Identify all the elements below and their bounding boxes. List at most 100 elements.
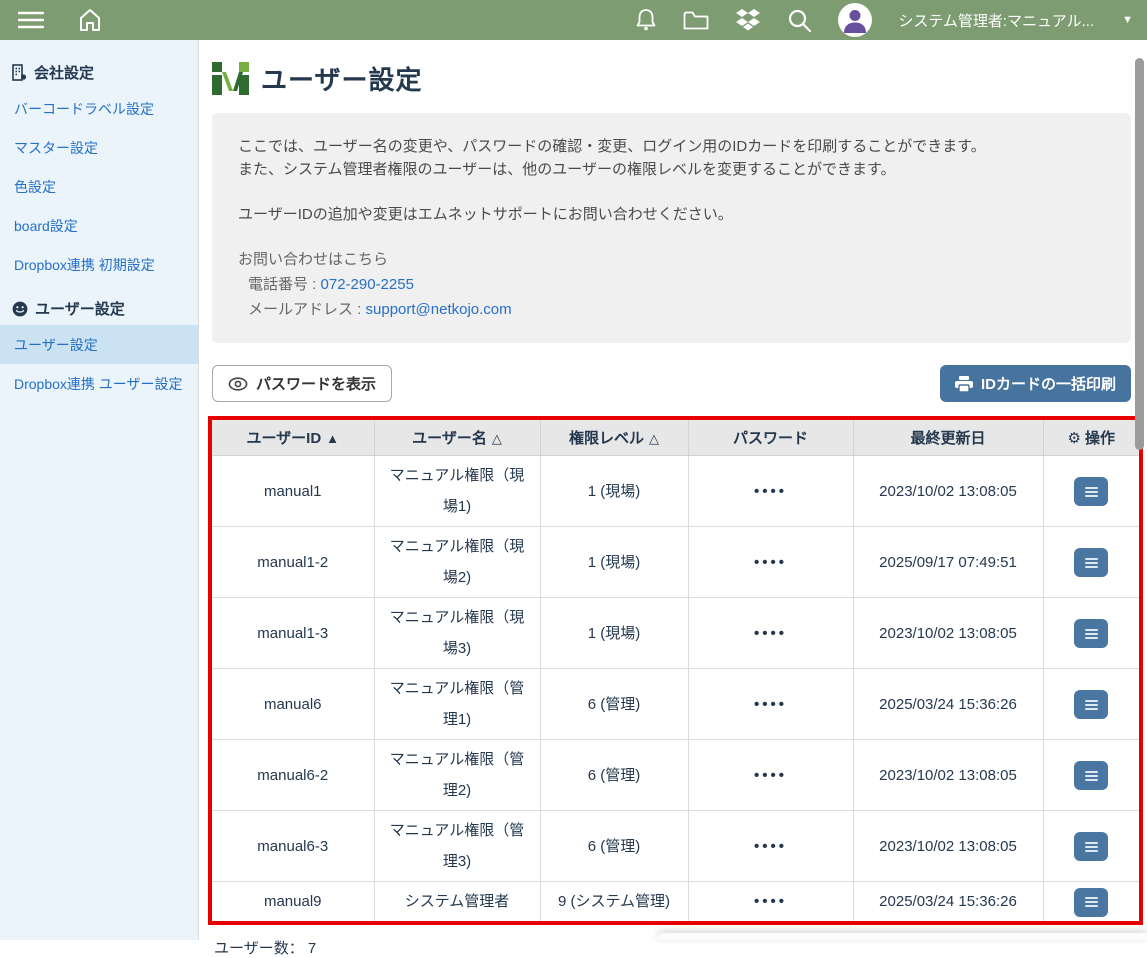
cell-operations	[1043, 811, 1139, 882]
chevron-down-icon[interactable]: ▼	[1122, 14, 1133, 26]
print-id-cards-button[interactable]: IDカードの一括印刷	[940, 365, 1131, 402]
home-icon[interactable]	[78, 8, 102, 32]
cell-user-name: マニュアル権限（管理2)	[374, 740, 540, 811]
cell-permission-level: 6 (管理)	[540, 669, 688, 740]
sidebar-item[interactable]: Dropbox連携 ユーザー設定	[0, 364, 198, 403]
cell-password: ••••	[688, 456, 853, 527]
column-header-1[interactable]: ユーザーID ▲	[212, 420, 374, 456]
page-title: ユーザー設定	[261, 60, 422, 97]
cell-user-id: manual6-3	[212, 811, 374, 882]
column-header-4: パスワード	[688, 420, 853, 456]
row-actions-menu-button[interactable]	[1074, 619, 1108, 648]
sort-icon[interactable]: ▲	[326, 431, 339, 446]
cell-user-name: マニュアル権限（管理1)	[374, 669, 540, 740]
current-user-label: システム管理者:マニュアル...	[898, 10, 1094, 31]
sort-icon[interactable]: △	[492, 431, 502, 446]
cell-operations	[1043, 669, 1139, 740]
cell-last-updated: 2023/10/02 13:08:05	[853, 740, 1043, 811]
cell-last-updated: 2023/10/02 13:08:05	[853, 598, 1043, 669]
row-actions-menu-button[interactable]	[1074, 477, 1108, 506]
column-header-6: ⚙操作	[1043, 420, 1139, 456]
cell-password: ••••	[688, 811, 853, 882]
cell-operations	[1043, 456, 1139, 527]
top-navigation-bar: システム管理者:マニュアル... ▼	[0, 0, 1147, 40]
cell-last-updated: 2023/10/02 13:08:05	[853, 456, 1043, 527]
user-count: ユーザー数： 7	[214, 937, 1147, 958]
sidebar-item[interactable]: 色設定	[0, 167, 198, 206]
email-label: メールアドレス :	[248, 301, 361, 318]
cell-last-updated: 2023/10/02 13:08:05	[853, 811, 1043, 882]
users-table-highlight: ユーザーID▲ユーザー名△権限レベル△パスワード最終更新日⚙操作 manual1…	[208, 416, 1143, 925]
show-password-label: パスワードを表示	[256, 373, 376, 394]
user-count-label: ユーザー数：	[214, 940, 304, 957]
table-row: manual6マニュアル権限（管理1)6 (管理)••••2025/03/24 …	[212, 669, 1139, 740]
vertical-scrollbar-thumb[interactable]	[1135, 58, 1144, 450]
cell-permission-level: 6 (管理)	[540, 740, 688, 811]
building-gear-icon	[12, 64, 27, 81]
column-header-2[interactable]: ユーザー名△	[374, 420, 540, 456]
row-actions-menu-button[interactable]	[1074, 690, 1108, 719]
sidebar-item[interactable]: Dropbox連携 初期設定	[0, 245, 198, 284]
cell-user-id: manual6	[212, 669, 374, 740]
phone-link[interactable]: 072-290-2255	[321, 276, 414, 293]
cell-last-updated: 2025/03/24 15:36:26	[853, 669, 1043, 740]
users-table: ユーザーID▲ユーザー名△権限レベル△パスワード最終更新日⚙操作 manual1…	[212, 420, 1139, 921]
sort-icon[interactable]: △	[649, 431, 659, 446]
cell-user-id: manual1	[212, 456, 374, 527]
cell-permission-level: 1 (現場)	[540, 527, 688, 598]
row-actions-menu-button[interactable]	[1074, 888, 1108, 917]
search-icon[interactable]	[787, 8, 812, 33]
menu-icon[interactable]	[18, 10, 44, 30]
cell-user-name: マニュアル権限（現場2)	[374, 527, 540, 598]
description-line: ユーザーIDの追加や変更はエムネットサポートにお問い合わせください。	[238, 203, 1105, 226]
cell-user-name: マニュアル権限（現場1)	[374, 456, 540, 527]
main-content: ユーザー設定 ここでは、ユーザー名の変更や、パスワードの確認・変更、ログイン用の…	[200, 40, 1147, 940]
table-row: manual9システム管理者9 (システム管理)••••2025/03/24 1…	[212, 882, 1139, 922]
description-line: ここでは、ユーザー名の変更や、パスワードの確認・変更、ログイン用のIDカードを印…	[238, 135, 1105, 158]
cell-user-id: manual6-2	[212, 740, 374, 811]
user-avatar[interactable]	[838, 3, 872, 37]
cell-user-name: マニュアル権限（現場3)	[374, 598, 540, 669]
sidebar-item[interactable]: バーコードラベル設定	[0, 89, 198, 128]
cell-operations	[1043, 740, 1139, 811]
table-row: manual1-3マニュアル権限（現場3)1 (現場)••••2023/10/0…	[212, 598, 1139, 669]
cell-operations	[1043, 527, 1139, 598]
row-actions-menu-button[interactable]	[1074, 761, 1108, 790]
column-header-3[interactable]: 権限レベル △	[540, 420, 688, 456]
phone-label: 電話番号 :	[248, 276, 316, 293]
menu-icon	[1085, 698, 1098, 712]
cell-permission-level: 1 (現場)	[540, 598, 688, 669]
user-count-value: 7	[308, 940, 316, 957]
row-actions-menu-button[interactable]	[1074, 548, 1108, 577]
email-link[interactable]: support@netkojo.com	[366, 301, 512, 318]
cell-permission-level: 9 (システム管理)	[540, 882, 688, 922]
menu-icon	[1085, 895, 1098, 909]
dropbox-icon[interactable]	[735, 9, 761, 31]
sidebar-item[interactable]: マスター設定	[0, 128, 198, 167]
print-id-cards-label: IDカードの一括印刷	[981, 373, 1116, 394]
table-row: manual6-2マニュアル権限（管理2)6 (管理)••••2023/10/0…	[212, 740, 1139, 811]
email-row: メールアドレス : support@netkojo.com	[238, 298, 1105, 321]
column-header-label: 権限レベル	[569, 430, 644, 447]
row-actions-menu-button[interactable]	[1074, 832, 1108, 861]
sidebar-item[interactable]: ユーザー設定	[0, 325, 198, 364]
column-header-label: パスワード	[733, 430, 808, 447]
gear-icon: ⚙	[1068, 430, 1081, 447]
cell-password: ••••	[688, 669, 853, 740]
cell-permission-level: 6 (管理)	[540, 811, 688, 882]
table-row: manual1マニュアル権限（現場1)1 (現場)••••2023/10/02 …	[212, 456, 1139, 527]
sidebar-item[interactable]: board設定	[0, 206, 198, 245]
sidebar-section-header: 会社設定	[0, 48, 198, 89]
cell-last-updated: 2025/03/24 15:36:26	[853, 882, 1043, 922]
bottom-sheet-edge	[657, 933, 1147, 940]
sidebar-navigation: 会社設定バーコードラベル設定マスター設定色設定board設定Dropbox連携 …	[0, 40, 199, 940]
app-logo	[212, 62, 249, 95]
cell-user-id: manual1-2	[212, 527, 374, 598]
notifications-bell-icon[interactable]	[635, 8, 657, 32]
phone-row: 電話番号 : 072-290-2255	[238, 273, 1105, 296]
folder-icon[interactable]	[683, 10, 709, 31]
column-header-label: ユーザーID	[246, 430, 321, 447]
cell-user-name: システム管理者	[374, 882, 540, 922]
show-password-button[interactable]: パスワードを表示	[212, 365, 392, 402]
contact-heading: お問い合わせはこちら	[238, 248, 1105, 271]
